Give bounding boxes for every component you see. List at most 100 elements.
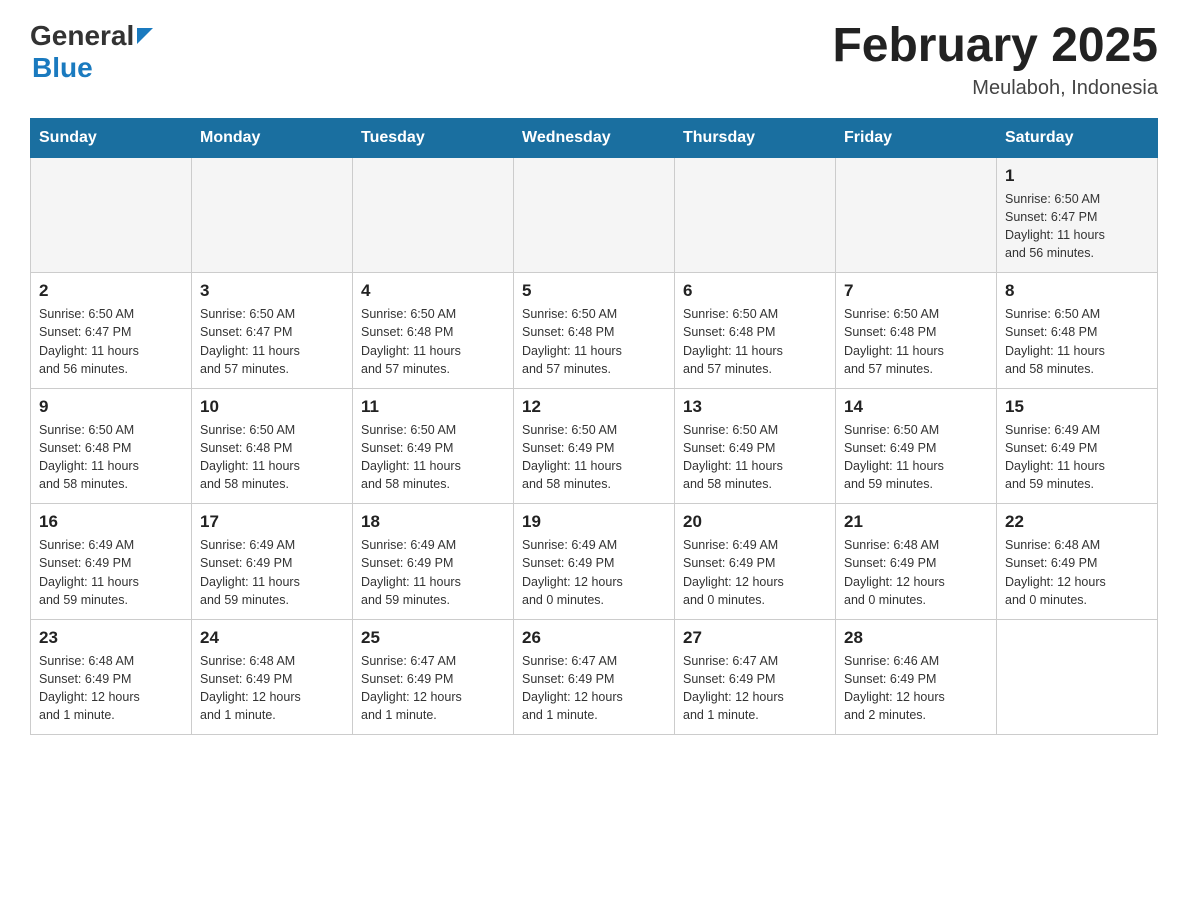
week-row-2: 9 Sunrise: 6:50 AM Sunset: 6:48 PM Daylig… xyxy=(31,388,1158,504)
day-number: 24 xyxy=(200,628,344,648)
header-tuesday: Tuesday xyxy=(353,118,514,157)
day-number: 15 xyxy=(1005,397,1149,417)
day-number: 17 xyxy=(200,512,344,532)
day-info: Sunrise: 6:47 AM Sunset: 6:49 PM Dayligh… xyxy=(361,652,505,725)
day-cell: 11Sunrise: 6:50 AM Sunset: 6:49 PM Dayli… xyxy=(353,388,514,504)
day-number: 22 xyxy=(1005,512,1149,532)
day-number: 3 xyxy=(200,281,344,301)
calendar-header-row: SundayMondayTuesdayWednesdayThursdayFrid… xyxy=(31,118,1158,157)
day-number: 26 xyxy=(522,628,666,648)
day-cell: 3 Sunrise: 6:50 AM Sunset: 6:47 PM Daylig… xyxy=(192,273,353,389)
week-row-4: 23Sunrise: 6:48 AM Sunset: 6:49 PM Dayli… xyxy=(31,619,1158,735)
day-number: 4 xyxy=(361,281,505,301)
day-cell: 21Sunrise: 6:48 AM Sunset: 6:49 PM Dayli… xyxy=(836,504,997,620)
day-cell: 9 Sunrise: 6:50 AM Sunset: 6:48 PM Daylig… xyxy=(31,388,192,504)
day-info: Sunrise: 6:50 AM Sunset: 6:48 PM Dayligh… xyxy=(522,305,666,378)
day-cell: 25 Sunrise: 6:47 AM Sunset: 6:49 PM Dayli… xyxy=(353,619,514,735)
page-header: General Blue February 2025 Meulaboh, Ind… xyxy=(30,20,1158,100)
day-number: 12 xyxy=(522,397,666,417)
day-info: Sunrise: 6:50 AM Sunset: 6:48 PM Dayligh… xyxy=(683,305,827,378)
day-info: Sunrise: 6:50 AM Sunset: 6:48 PM Dayligh… xyxy=(844,305,988,378)
day-cell: 8 Sunrise: 6:50 AM Sunset: 6:48 PM Daylig… xyxy=(997,273,1158,389)
day-info: Sunrise: 6:50 AM Sunset: 6:48 PM Dayligh… xyxy=(39,421,183,494)
day-cell: 23Sunrise: 6:48 AM Sunset: 6:49 PM Dayli… xyxy=(31,619,192,735)
day-cell: 24 Sunrise: 6:48 AM Sunset: 6:49 PM Dayli… xyxy=(192,619,353,735)
day-number: 14 xyxy=(844,397,988,417)
day-number: 11 xyxy=(361,397,505,417)
day-number: 25 xyxy=(361,628,505,648)
day-info: Sunrise: 6:50 AM Sunset: 6:47 PM Dayligh… xyxy=(39,305,183,378)
day-cell: 14 Sunrise: 6:50 AM Sunset: 6:49 PM Dayli… xyxy=(836,388,997,504)
day-info: Sunrise: 6:50 AM Sunset: 6:47 PM Dayligh… xyxy=(1005,190,1149,263)
header-friday: Friday xyxy=(836,118,997,157)
day-cell: 22 Sunrise: 6:48 AM Sunset: 6:49 PM Dayli… xyxy=(997,504,1158,620)
day-cell: 18 Sunrise: 6:49 AM Sunset: 6:49 PM Dayli… xyxy=(353,504,514,620)
title-block: February 2025 Meulaboh, Indonesia xyxy=(832,20,1158,100)
day-info: Sunrise: 6:46 AM Sunset: 6:49 PM Dayligh… xyxy=(844,652,988,725)
week-row-3: 16 Sunrise: 6:49 AM Sunset: 6:49 PM Dayli… xyxy=(31,504,1158,620)
day-info: Sunrise: 6:49 AM Sunset: 6:49 PM Dayligh… xyxy=(1005,421,1149,494)
day-info: Sunrise: 6:49 AM Sunset: 6:49 PM Dayligh… xyxy=(361,536,505,609)
day-info: Sunrise: 6:50 AM Sunset: 6:48 PM Dayligh… xyxy=(200,421,344,494)
day-cell: 10 Sunrise: 6:50 AM Sunset: 6:48 PM Dayli… xyxy=(192,388,353,504)
day-cell: 4 Sunrise: 6:50 AM Sunset: 6:48 PM Daylig… xyxy=(353,273,514,389)
day-info: Sunrise: 6:49 AM Sunset: 6:49 PM Dayligh… xyxy=(522,536,666,609)
logo-arrow-icon xyxy=(137,28,153,49)
day-number: 7 xyxy=(844,281,988,301)
day-info: Sunrise: 6:48 AM Sunset: 6:49 PM Dayligh… xyxy=(1005,536,1149,609)
day-cell xyxy=(675,157,836,273)
day-number: 10 xyxy=(200,397,344,417)
logo-blue-row: Blue xyxy=(32,52,93,84)
header-sunday: Sunday xyxy=(31,118,192,157)
header-monday: Monday xyxy=(192,118,353,157)
logo-blue-text: Blue xyxy=(32,52,93,83)
day-cell xyxy=(997,619,1158,735)
day-info: Sunrise: 6:48 AM Sunset: 6:49 PM Dayligh… xyxy=(200,652,344,725)
day-info: Sunrise: 6:48 AM Sunset: 6:49 PM Dayligh… xyxy=(39,652,183,725)
header-thursday: Thursday xyxy=(675,118,836,157)
day-number: 5 xyxy=(522,281,666,301)
day-info: Sunrise: 6:50 AM Sunset: 6:48 PM Dayligh… xyxy=(1005,305,1149,378)
day-number: 2 xyxy=(39,281,183,301)
day-cell: 5 Sunrise: 6:50 AM Sunset: 6:48 PM Daylig… xyxy=(514,273,675,389)
day-cell: 13Sunrise: 6:50 AM Sunset: 6:49 PM Dayli… xyxy=(675,388,836,504)
day-number: 20 xyxy=(683,512,827,532)
day-info: Sunrise: 6:50 AM Sunset: 6:48 PM Dayligh… xyxy=(361,305,505,378)
logo-general-text: General xyxy=(30,20,134,52)
day-info: Sunrise: 6:47 AM Sunset: 6:49 PM Dayligh… xyxy=(683,652,827,725)
day-cell: 27Sunrise: 6:47 AM Sunset: 6:49 PM Dayli… xyxy=(675,619,836,735)
calendar-subtitle: Meulaboh, Indonesia xyxy=(832,77,1158,100)
day-cell xyxy=(836,157,997,273)
day-cell: 15 Sunrise: 6:49 AM Sunset: 6:49 PM Dayli… xyxy=(997,388,1158,504)
day-number: 1 xyxy=(1005,166,1149,186)
day-number: 28 xyxy=(844,628,988,648)
day-info: Sunrise: 6:50 AM Sunset: 6:47 PM Dayligh… xyxy=(200,305,344,378)
calendar-title: February 2025 xyxy=(832,20,1158,73)
day-cell xyxy=(353,157,514,273)
day-number: 18 xyxy=(361,512,505,532)
day-number: 19 xyxy=(522,512,666,532)
week-row-1: 2 Sunrise: 6:50 AM Sunset: 6:47 PM Daylig… xyxy=(31,273,1158,389)
day-info: Sunrise: 6:50 AM Sunset: 6:49 PM Dayligh… xyxy=(522,421,666,494)
day-number: 13 xyxy=(683,397,827,417)
day-cell: 26 Sunrise: 6:47 AM Sunset: 6:49 PM Dayli… xyxy=(514,619,675,735)
day-info: Sunrise: 6:49 AM Sunset: 6:49 PM Dayligh… xyxy=(39,536,183,609)
day-cell: 28 Sunrise: 6:46 AM Sunset: 6:49 PM Dayli… xyxy=(836,619,997,735)
logo: General Blue xyxy=(30,20,153,84)
day-cell: 19 Sunrise: 6:49 AM Sunset: 6:49 PM Dayli… xyxy=(514,504,675,620)
day-cell: 1 Sunrise: 6:50 AM Sunset: 6:47 PM Daylig… xyxy=(997,157,1158,273)
day-info: Sunrise: 6:50 AM Sunset: 6:49 PM Dayligh… xyxy=(844,421,988,494)
day-info: Sunrise: 6:47 AM Sunset: 6:49 PM Dayligh… xyxy=(522,652,666,725)
day-cell xyxy=(31,157,192,273)
day-number: 21 xyxy=(844,512,988,532)
day-number: 6 xyxy=(683,281,827,301)
day-cell: 2 Sunrise: 6:50 AM Sunset: 6:47 PM Daylig… xyxy=(31,273,192,389)
header-wednesday: Wednesday xyxy=(514,118,675,157)
day-number: 9 xyxy=(39,397,183,417)
day-info: Sunrise: 6:49 AM Sunset: 6:49 PM Dayligh… xyxy=(683,536,827,609)
header-saturday: Saturday xyxy=(997,118,1158,157)
day-cell: 12 Sunrise: 6:50 AM Sunset: 6:49 PM Dayli… xyxy=(514,388,675,504)
day-number: 16 xyxy=(39,512,183,532)
day-cell: 7 Sunrise: 6:50 AM Sunset: 6:48 PM Daylig… xyxy=(836,273,997,389)
day-number: 8 xyxy=(1005,281,1149,301)
